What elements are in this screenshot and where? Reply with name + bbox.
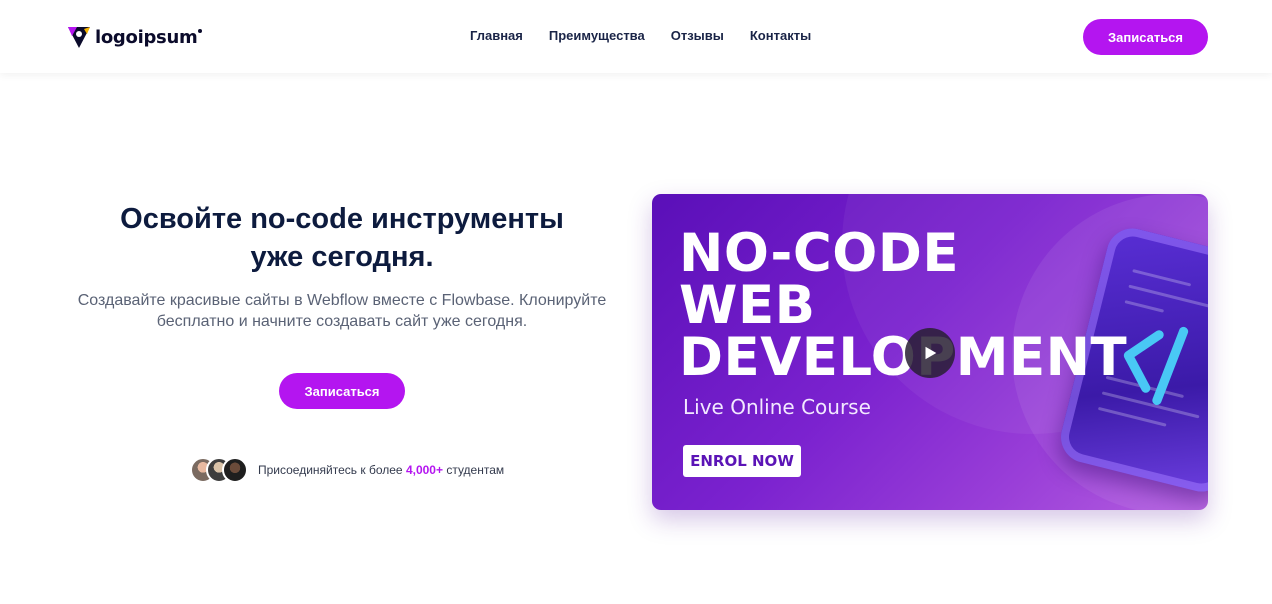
play-icon: [925, 346, 937, 360]
nav-signup-button[interactable]: Записаться: [1083, 19, 1208, 55]
course-video-thumbnail[interactable]: NO-CODE WEB DEVELOPMENT Live Online Cour…: [652, 194, 1208, 510]
hero-title-line1: Освойте no-code инструменты: [120, 203, 564, 235]
logo[interactable]: logoipsum: [66, 24, 203, 50]
nav-link-features[interactable]: Преимущества: [549, 28, 645, 43]
logo-text: logoipsum: [95, 26, 198, 48]
logo-icon: [68, 27, 90, 48]
nav-link-contacts[interactable]: Контакты: [750, 28, 811, 43]
video-title: NO-CODE WEB DEVELOPMENT: [679, 223, 1128, 388]
students-social-proof: Присоединяйтесь к более 4,000+ студентам: [190, 457, 504, 483]
hero-subtitle-line2: бесплатно и начните создавать сайт уже с…: [156, 313, 528, 330]
students-count: 4,000+: [405, 463, 443, 477]
video-title-line: WEB: [679, 275, 816, 336]
video-subtitle: Live Online Course: [683, 395, 871, 419]
video-title-line: DEVELOPMENT: [679, 327, 1128, 388]
students-suffix: студентам: [442, 463, 505, 477]
avatar-group: [190, 457, 248, 483]
play-button[interactable]: [905, 328, 955, 378]
nav-link-reviews[interactable]: Отзывы: [671, 28, 724, 43]
video-enrol-badge: ENROL NOW: [683, 445, 801, 477]
students-text: Присоединяйтесь к более 4,000+ студентам: [258, 463, 504, 477]
hero-subtitle: Создавайте красивые сайты в Webflow вмес…: [58, 290, 626, 332]
video-title-line: NO-CODE: [679, 223, 960, 284]
hero-title-line2: уже сегодня.: [250, 241, 434, 273]
students-prefix: Присоединяйтесь к более: [258, 463, 406, 477]
navbar: logoipsum Главная Преимущества Отзывы Ко…: [0, 0, 1272, 73]
avatar: [222, 457, 248, 483]
nav-link-home[interactable]: Главная: [470, 28, 523, 43]
hero-text: Освойте no-code инструменты уже сегодня.…: [58, 200, 626, 332]
hero-subtitle-line1: Создавайте красивые сайты в Webflow вмес…: [77, 292, 607, 309]
hero-title: Освойте no-code инструменты уже сегодня.: [58, 200, 626, 276]
main-nav: Главная Преимущества Отзывы Контакты: [470, 28, 811, 43]
logo-dot: [198, 29, 203, 33]
hero-signup-button[interactable]: Записаться: [279, 373, 405, 409]
